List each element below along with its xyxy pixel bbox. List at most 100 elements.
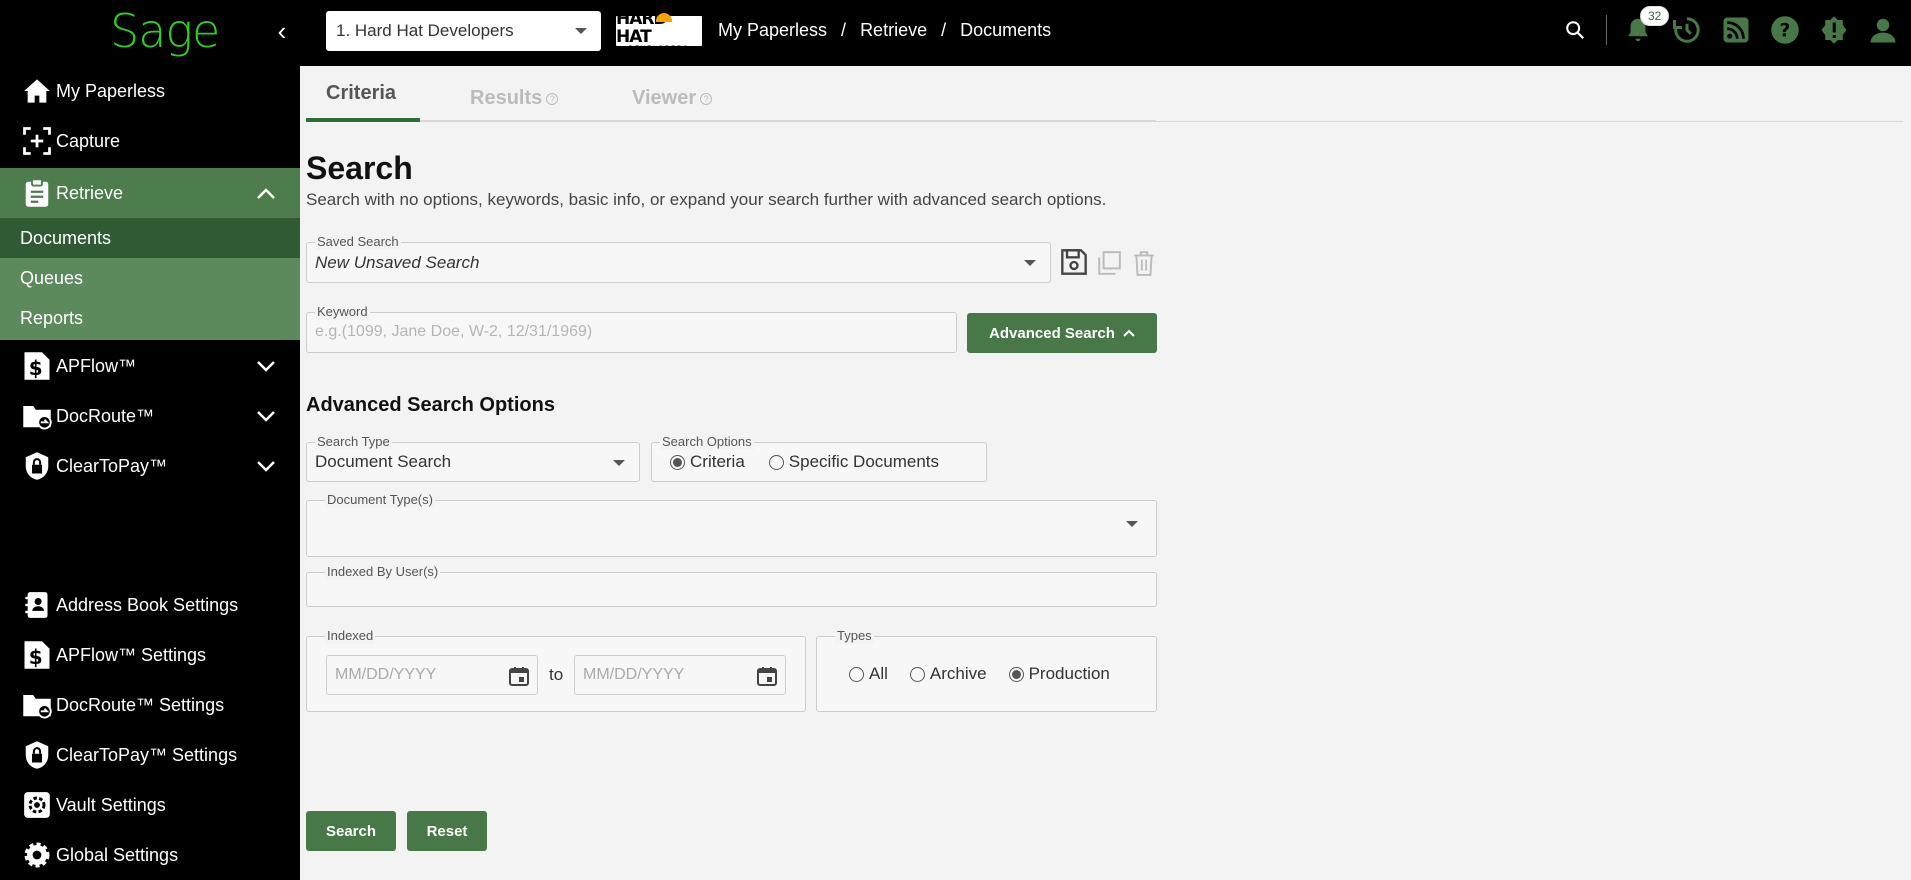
breadcrumb-retrieve[interactable]: Retrieve — [860, 20, 927, 41]
save-icon[interactable] — [1060, 248, 1090, 278]
keyword-placeholder: e.g.(1099, Jane Doe, W-2, 12/31/1969) — [315, 323, 593, 340]
search-options-group: Search Options Criteria Specific Documen… — [651, 434, 987, 482]
sidebar-item-retrieve[interactable]: Retrieve — [0, 168, 300, 218]
gear-icon — [20, 838, 54, 872]
tab-bar: Criteria Results ? Viewer ? — [306, 66, 1156, 122]
search-icon[interactable] — [1557, 12, 1593, 48]
document-types-label: Document Type(s) — [325, 492, 435, 508]
breadcrumb-my-paperless[interactable]: My Paperless — [718, 20, 827, 41]
notification-badge: 32 — [1640, 6, 1670, 26]
help-icon: ? — [700, 92, 713, 105]
radio-all[interactable]: All — [849, 664, 888, 684]
keyword-label: Keyword — [315, 304, 370, 320]
chevron-down-icon — [575, 28, 587, 34]
tab-label: Criteria — [326, 82, 397, 104]
alert-badge-icon[interactable] — [1816, 12, 1852, 48]
sidebar-item-docroute-settings[interactable]: DocRoute™ Settings — [0, 680, 300, 730]
document-types-select[interactable]: Document Type(s) — [306, 492, 1157, 557]
reset-button[interactable]: Reset — [407, 811, 487, 851]
tab-label: Results — [470, 87, 543, 109]
sidebar-item-label: Vault Settings — [56, 794, 166, 815]
capture-icon — [20, 124, 54, 158]
sidebar-item-docroute[interactable]: DocRoute™ — [0, 391, 300, 441]
advanced-search-button[interactable]: Advanced Search — [967, 313, 1157, 353]
home-icon — [20, 74, 54, 108]
saved-search-select[interactable]: Saved Search New Unsaved Search — [306, 234, 1051, 283]
bell-icon[interactable]: 32 — [1620, 6, 1670, 48]
date-placeholder: MM/DD/YYYY — [583, 666, 685, 683]
radio-selected-icon — [670, 454, 685, 470]
user-avatar-icon[interactable] — [1865, 12, 1901, 48]
chevron-down-icon — [1126, 521, 1138, 527]
top-bar: Sage ‹ 1. Hard Hat Developers HARD HAT D… — [0, 0, 1911, 66]
trash-icon[interactable] — [1132, 250, 1158, 278]
sidebar-item-reports[interactable]: Reports — [0, 298, 300, 338]
advanced-search-label: Advanced Search — [989, 324, 1115, 342]
chevron-up-icon — [1123, 329, 1135, 337]
dollar-icon: $ — [20, 638, 54, 672]
dollar-icon: $ — [20, 349, 54, 383]
chevron-down-icon — [1024, 260, 1036, 266]
history-icon[interactable] — [1669, 12, 1705, 48]
main-content: Criteria Results ? Viewer ? Search Searc… — [300, 66, 1911, 880]
folder-route-icon — [20, 688, 54, 722]
collapse-sidebar-button[interactable]: ‹ — [270, 16, 294, 47]
sidebar-item-capture[interactable]: Capture — [0, 116, 300, 166]
search-type-value: Document Search — [315, 452, 452, 471]
types-group: Types All Archive Production — [816, 628, 1157, 712]
tab-results[interactable]: Results ? — [470, 87, 559, 110]
sidebar-item-address-book-settings[interactable]: Address Book Settings — [0, 580, 300, 630]
radio-criteria[interactable]: Criteria — [670, 452, 745, 472]
shield-lock-icon — [20, 738, 54, 772]
svg-text:?: ? — [1780, 20, 1791, 41]
shield-lock-icon — [20, 449, 54, 483]
rss-icon[interactable] — [1718, 12, 1754, 48]
sidebar: My Paperless Capture Retrieve Documents … — [0, 66, 300, 880]
sidebar-item-vault-settings[interactable]: Vault Settings — [0, 780, 300, 830]
help-icon[interactable]: ? — [1767, 12, 1803, 48]
calendar-icon[interactable] — [509, 666, 529, 691]
radio-selected-icon — [1008, 666, 1024, 682]
saved-search-value: New Unsaved Search — [315, 253, 480, 272]
radio-label: Archive — [929, 664, 987, 683]
sage-logo[interactable]: Sage — [110, 4, 220, 58]
sidebar-item-cleartopay-settings[interactable]: ClearToPay™ Settings — [0, 730, 300, 780]
company-select-value: 1. Hard Hat Developers — [336, 21, 514, 40]
copy-icon[interactable] — [1096, 250, 1124, 278]
sidebar-item-global-settings[interactable]: Global Settings — [0, 830, 300, 880]
tab-viewer[interactable]: Viewer ? — [632, 87, 713, 110]
sidebar-item-apflow[interactable]: $ APFlow™ — [0, 341, 300, 391]
company-select[interactable]: 1. Hard Hat Developers — [326, 11, 601, 51]
sidebar-item-cleartopay[interactable]: ClearToPay™ — [0, 441, 300, 491]
indexed-by-users-field[interactable]: Indexed By User(s) — [306, 564, 1157, 607]
header-actions: 32 ? — [1557, 6, 1901, 48]
divider — [1156, 121, 1903, 122]
retrieve-submenu: Documents Queues Reports — [0, 218, 300, 340]
sidebar-item-documents[interactable]: Documents — [0, 218, 300, 258]
indexed-from-date-input[interactable]: MM/DD/YYYY — [326, 655, 538, 695]
address-book-icon — [20, 588, 54, 622]
radio-specific-documents[interactable]: Specific Documents — [768, 452, 939, 472]
date-placeholder: MM/DD/YYYY — [335, 666, 437, 683]
types-label: Types — [835, 628, 874, 644]
search-type-select[interactable]: Search Type Document Search — [306, 434, 640, 482]
chevron-down-icon — [256, 407, 276, 428]
sidebar-item-apflow-settings[interactable]: $ APFlow™ Settings — [0, 630, 300, 680]
calendar-icon[interactable] — [757, 666, 777, 691]
radio-production[interactable]: Production — [1008, 664, 1110, 684]
indexed-to-date-input[interactable]: MM/DD/YYYY — [574, 655, 786, 695]
tab-label: Viewer — [632, 87, 697, 109]
tab-criteria[interactable]: Criteria — [326, 82, 396, 105]
sidebar-item-my-paperless[interactable]: My Paperless — [0, 66, 300, 116]
sidebar-item-queues[interactable]: Queues — [0, 258, 300, 298]
radio-unselected-icon — [909, 666, 925, 682]
sidebar-item-label: DocRoute™ Settings — [56, 694, 225, 715]
saved-search-label: Saved Search — [315, 234, 401, 250]
radio-label: Criteria — [690, 452, 745, 471]
keyword-field[interactable]: Keyword e.g.(1099, Jane Doe, W-2, 12/31/… — [306, 304, 957, 353]
breadcrumb: My Paperless / Retrieve / Documents — [718, 20, 1051, 41]
search-button[interactable]: Search — [306, 811, 396, 851]
svg-text:$: $ — [29, 356, 43, 380]
radio-label: Production — [1028, 664, 1110, 683]
radio-archive[interactable]: Archive — [909, 664, 987, 684]
